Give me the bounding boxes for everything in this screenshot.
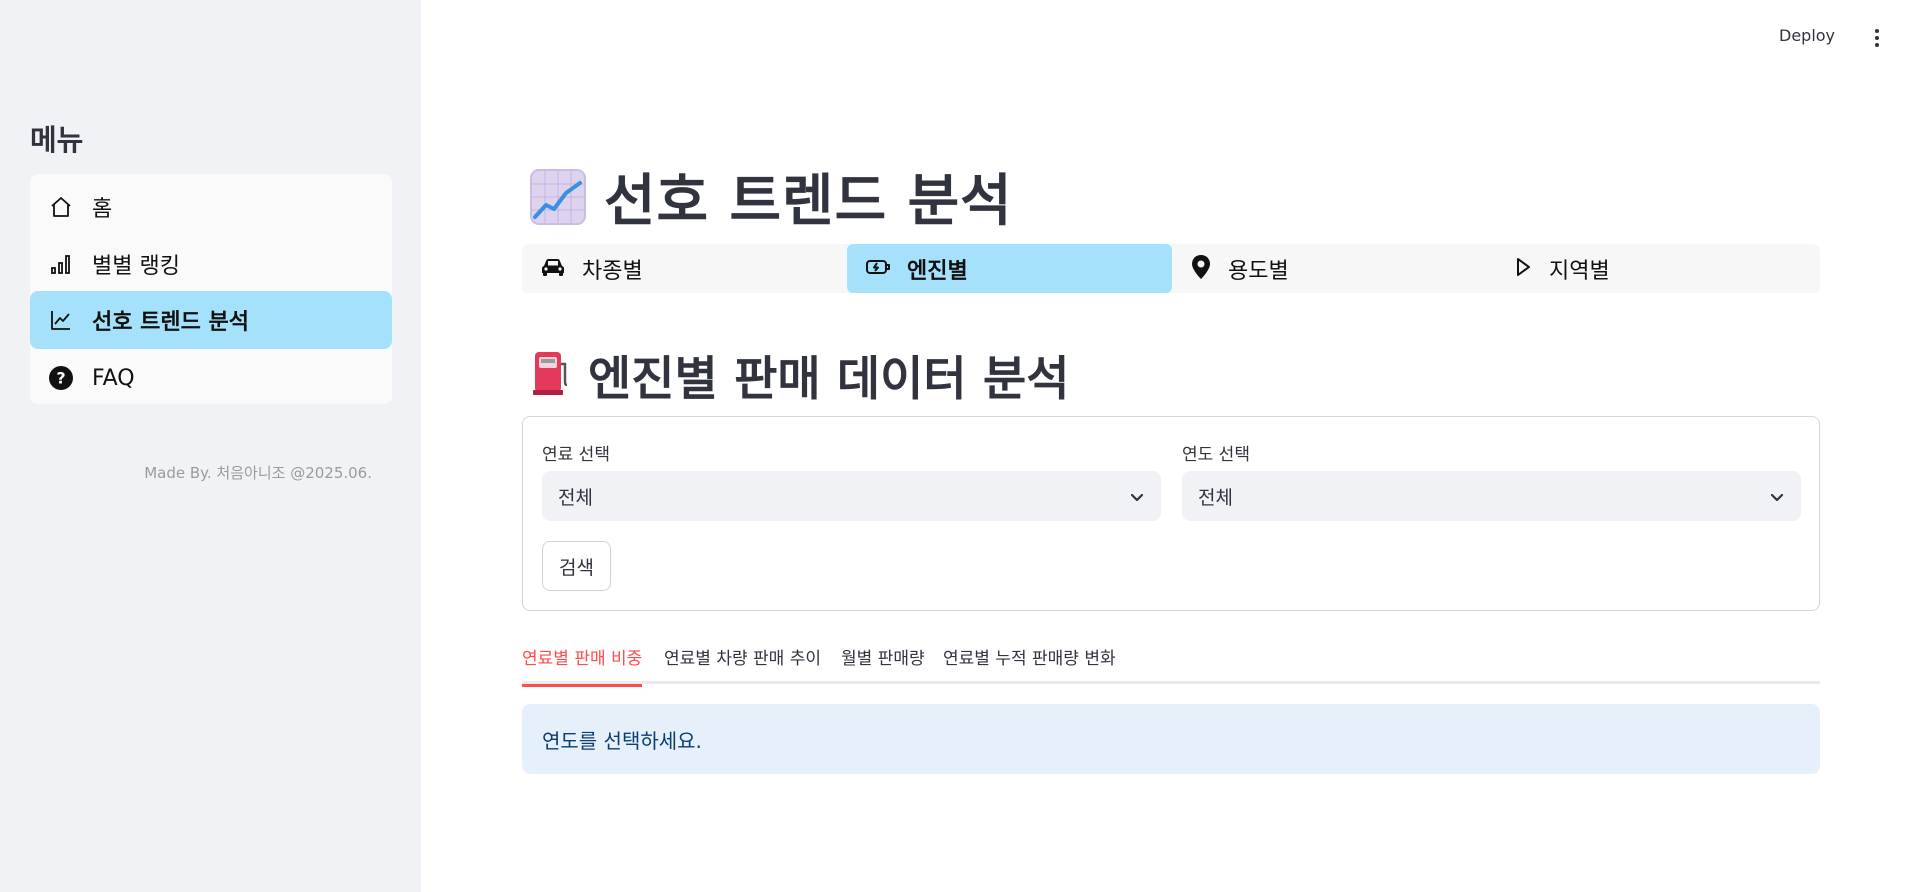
play-icon	[1513, 256, 1533, 282]
tab-vehicle-type[interactable]: 차종별	[522, 244, 847, 293]
kebab-menu-icon[interactable]	[1871, 27, 1883, 49]
bar-chart-icon	[48, 251, 74, 277]
deploy-button[interactable]: Deploy	[1779, 26, 1835, 45]
info-alert: 연도를 선택하세요.	[522, 704, 1820, 774]
year-select[interactable]: 전체	[1182, 471, 1801, 521]
sidebar-item-ranking[interactable]: 별별 랭킹	[30, 235, 392, 293]
tab-monthly-sales[interactable]: 월별 판매량	[841, 644, 925, 684]
filter-form: 연료 선택 전체 연도 선택 전체 검색	[522, 416, 1820, 611]
sidebar-item-faq[interactable]: ? FAQ	[30, 349, 392, 407]
fuel-select-label: 연료 선택	[542, 445, 610, 465]
tab-label: 용도별	[1228, 258, 1289, 284]
sidebar-nav: 홈 별별 랭킹 선호 트렌드 분석 ? FAQ	[30, 174, 392, 404]
sidebar-item-label: FAQ	[92, 365, 135, 391]
question-circle-icon: ?	[48, 365, 74, 391]
tab-label: 차종별	[582, 258, 643, 284]
sidebar-title: 메뉴	[30, 123, 84, 157]
section-title: 엔진별 판매 데이터 분석	[532, 340, 1070, 409]
search-button[interactable]: 검색	[542, 541, 611, 591]
tab-engine[interactable]: 엔진별	[847, 244, 1172, 293]
sidebar-item-home[interactable]: 홈	[30, 178, 392, 236]
sidebar-item-label: 선호 트렌드 분석	[92, 310, 249, 335]
home-icon	[48, 194, 74, 220]
sidebar-item-label: 별별 랭킹	[92, 254, 180, 279]
car-icon	[540, 256, 566, 282]
category-tabs: 차종별 엔진별 용도별 지역별	[522, 244, 1820, 293]
year-select-label: 연도 선택	[1182, 445, 1250, 465]
page-title-text: 선호 트렌드 분석	[604, 169, 1013, 234]
page-title: 선호 트렌드 분석	[530, 156, 1013, 237]
tab-fuel-sales-trend[interactable]: 연료별 차량 판매 추이	[664, 644, 821, 684]
tab-label: 엔진별	[907, 258, 968, 284]
tab-cumulative-sales[interactable]: 연료별 누적 판매량 변화	[943, 644, 1116, 684]
sidebar-footer: Made By. 처음아니조 @2025.06.	[144, 464, 372, 482]
tab-region[interactable]: 지역별	[1495, 244, 1820, 293]
fuel-select[interactable]: 전체	[542, 471, 1161, 521]
info-alert-text: 연도를 선택하세요.	[542, 728, 702, 753]
ev-charge-icon	[865, 256, 891, 282]
fuel-pump-icon	[532, 350, 570, 400]
app-root: 메뉴 홈 별별 랭킹 선호 트렌드 분석 ? FAQ Made By. 처음아니…	[0, 0, 1918, 892]
chevron-down-icon	[1129, 488, 1145, 504]
sidebar: 메뉴 홈 별별 랭킹 선호 트렌드 분석 ? FAQ Made By. 처음아니…	[0, 0, 421, 892]
chart-increasing-icon	[530, 168, 586, 225]
tab-label: 지역별	[1549, 258, 1610, 284]
map-pin-icon	[1190, 254, 1212, 284]
year-select-value: 전체	[1198, 486, 1233, 509]
sidebar-item-label: 홈	[92, 197, 113, 222]
tab-fuel-share[interactable]: 연료별 판매 비중	[522, 644, 643, 687]
chevron-down-icon	[1769, 488, 1785, 504]
sidebar-item-trend[interactable]: 선호 트렌드 분석	[30, 291, 392, 349]
tab-usage[interactable]: 용도별	[1172, 244, 1497, 293]
section-title-text: 엔진별 판매 데이터 분석	[588, 352, 1070, 407]
trend-chart-icon	[48, 307, 74, 333]
chart-tabs: 연료별 판매 비중 연료별 차량 판매 추이 월별 판매량 연료별 누적 판매량…	[522, 640, 1820, 687]
svg-text:?: ?	[56, 369, 65, 388]
fuel-select-value: 전체	[558, 486, 593, 509]
